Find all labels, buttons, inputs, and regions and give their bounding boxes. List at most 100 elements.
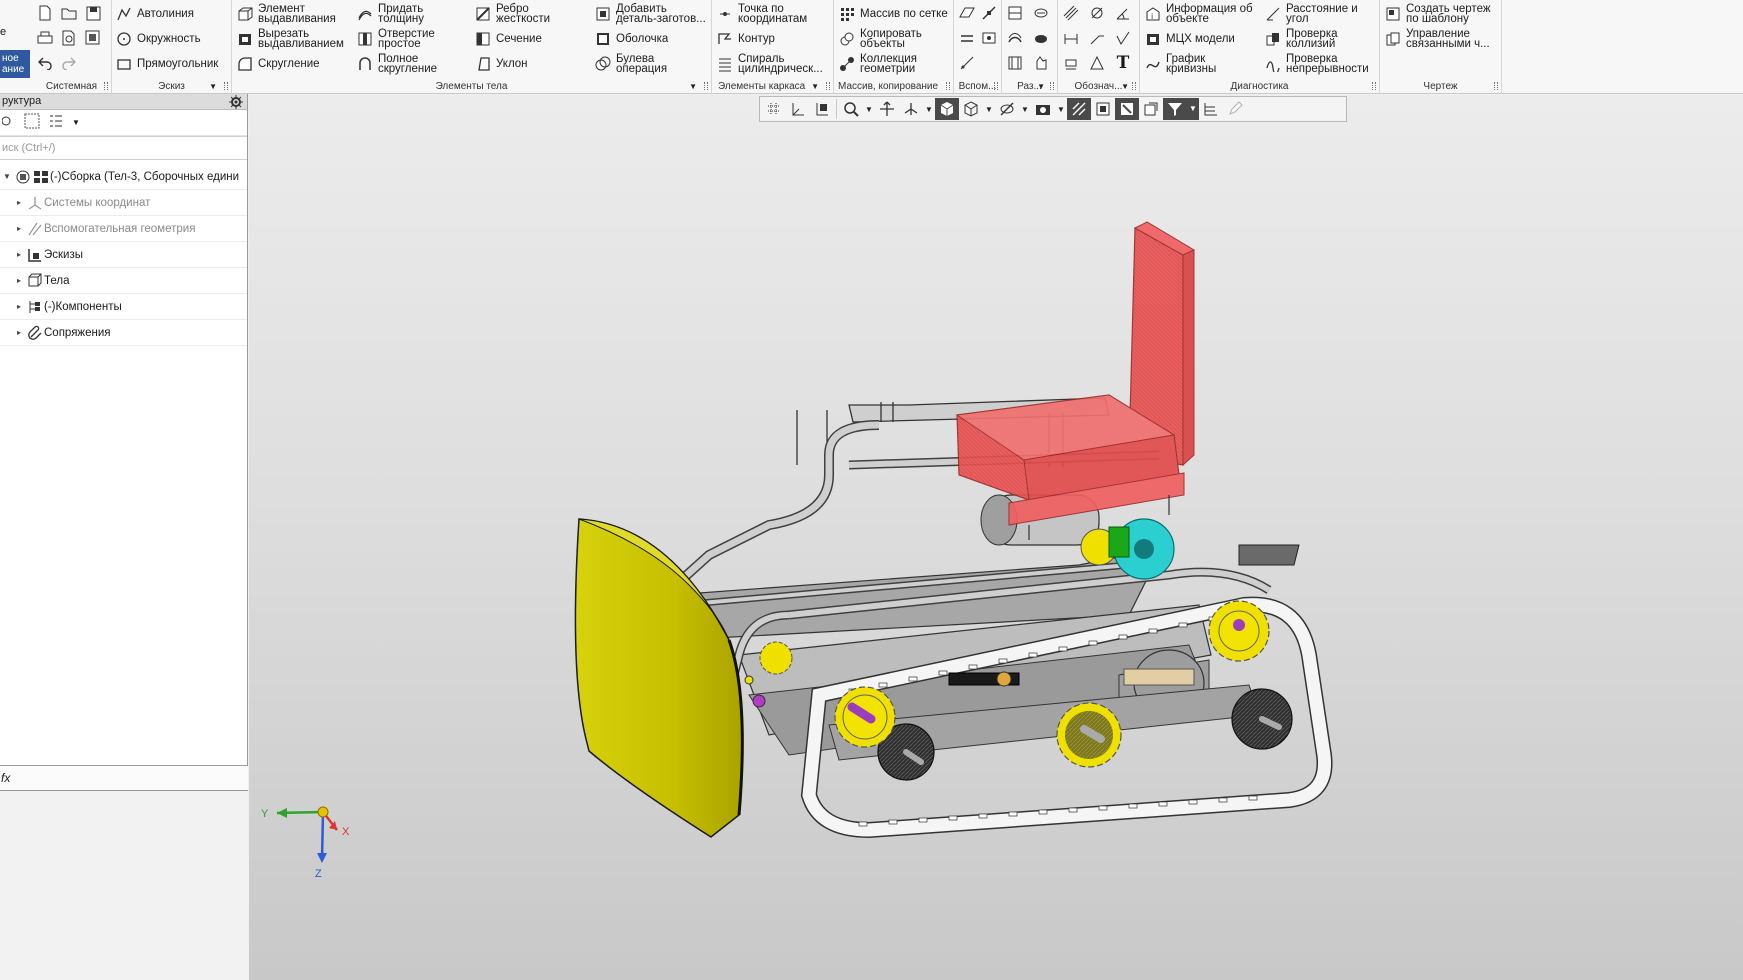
new-file-icon[interactable] <box>34 2 56 24</box>
pencil-icon[interactable] <box>1223 98 1247 120</box>
chevron-down-icon[interactable]: ▼ <box>983 105 995 114</box>
road-wheel-front[interactable] <box>1231 688 1293 750</box>
filter-icon[interactable] <box>1163 98 1187 120</box>
extrude-button[interactable]: Элемент выдавливания <box>236 1 336 26</box>
object-info-button[interactable]: i Информация об объекте <box>1144 1 1253 26</box>
base-mark-icon[interactable] <box>1060 52 1082 74</box>
preview-icon[interactable] <box>58 27 80 49</box>
diameter-icon[interactable] <box>1086 2 1108 24</box>
grid-view-icon[interactable] <box>24 113 40 132</box>
sprocket-small-left[interactable] <box>759 641 793 675</box>
text-tool-icon[interactable]: T <box>1112 52 1134 74</box>
mode-button[interactable]: ное ание <box>0 50 30 78</box>
expand-arrow-icon[interactable]: ▼ <box>0 172 14 181</box>
group-grip[interactable] <box>224 82 228 90</box>
cut-extrude-button[interactable]: Вырезать выдавливанием <box>236 26 344 51</box>
mass-properties-button[interactable]: МЦХ модели <box>1144 26 1235 51</box>
redo-icon[interactable] <box>58 52 80 74</box>
tolerance-icon[interactable] <box>1086 52 1108 74</box>
circle-button[interactable]: Окружность <box>115 26 201 51</box>
chevron-down-icon[interactable]: ▼ <box>923 105 935 114</box>
group-grip[interactable] <box>994 82 998 90</box>
contour-button[interactable]: Контур <box>716 26 775 51</box>
plow-blade[interactable] <box>574 518 744 838</box>
shell-button[interactable]: Оболочка <box>594 26 668 51</box>
sprocket-middle[interactable] <box>1056 702 1122 768</box>
chevron-down-icon[interactable]: ▼ <box>1037 82 1045 91</box>
group-grip[interactable] <box>104 82 108 90</box>
local-cs-icon[interactable] <box>810 98 834 120</box>
tree-item-coordinate-systems[interactable]: ▸ Системы координат <box>0 190 247 216</box>
pan-icon[interactable] <box>875 98 899 120</box>
roughness-icon[interactable] <box>1112 27 1134 49</box>
hole-button[interactable]: Отверстие простое <box>356 26 435 51</box>
thicken-button[interactable]: Придать толщину <box>356 1 424 26</box>
collision-check-button[interactable]: Проверка коллизий <box>1264 26 1338 51</box>
measure-grid-icon[interactable] <box>1199 98 1223 120</box>
chevron-down-icon[interactable]: ▼ <box>1121 82 1129 91</box>
curvature-graph-button[interactable]: График кривизны <box>1144 51 1216 76</box>
tree-item-auxiliary-geometry[interactable]: ▸ Вспомогательная геометрия <box>0 216 247 242</box>
model-canvas[interactable]: Y X Z <box>249 95 1743 980</box>
create-drawing-button[interactable]: Создать чертеж по шаблону <box>1384 1 1491 26</box>
chevron-down-icon[interactable]: ▼ <box>72 118 80 127</box>
camera-icon[interactable] <box>1031 98 1055 120</box>
chevron-down-icon[interactable]: ▼ <box>1055 105 1067 114</box>
grid-icon[interactable] <box>762 98 786 120</box>
rectangle-button[interactable]: Прямоугольник <box>115 51 218 76</box>
offset-plane-icon[interactable] <box>956 27 978 49</box>
sprocket-rear[interactable] <box>834 686 896 748</box>
group-grip[interactable] <box>946 82 950 90</box>
expand-arrow-icon[interactable]: ▸ <box>0 302 26 311</box>
chevron-down-icon[interactable]: ▼ <box>1019 105 1031 114</box>
linked-drawings-button[interactable]: Управление связанными ч... <box>1384 26 1490 51</box>
helix-button[interactable]: Спираль цилиндрическ... <box>716 51 823 76</box>
expand-arrow-icon[interactable]: ▸ <box>0 328 26 337</box>
group-grip[interactable] <box>1372 82 1376 90</box>
grid-array-button[interactable]: Массив по сетке <box>838 1 948 26</box>
perspective-icon[interactable] <box>1115 98 1139 120</box>
section-view-icon[interactable] <box>1067 98 1091 120</box>
gear-icon[interactable] <box>229 95 243 109</box>
visibility-icon[interactable] <box>1139 98 1163 120</box>
explode-icon[interactable] <box>1091 98 1115 120</box>
group-grip[interactable] <box>704 82 708 90</box>
group-grip[interactable] <box>1050 82 1054 90</box>
boolean-button[interactable]: Булева операция <box>594 51 667 76</box>
axis-by-edge-icon[interactable] <box>956 52 978 74</box>
hide-icon[interactable] <box>995 98 1019 120</box>
open-folder-icon[interactable] <box>58 2 80 24</box>
surface-cut-icon[interactable] <box>1030 27 1052 49</box>
expand-arrow-icon[interactable]: ▸ <box>0 198 26 207</box>
filter-tree-icon[interactable] <box>1 113 16 132</box>
auxiliary-plane-icon[interactable] <box>956 2 978 24</box>
continuity-check-button[interactable]: Проверка непрерывности <box>1264 51 1369 76</box>
plane-by-points-icon[interactable] <box>978 27 1000 49</box>
draft-button[interactable]: Уклон <box>474 51 528 76</box>
full-fillet-button[interactable]: Полное скругление <box>356 51 437 76</box>
expand-arrow-icon[interactable]: ▸ <box>0 276 26 285</box>
chevron-down-icon[interactable]: ▼ <box>811 82 819 91</box>
fragment-icon[interactable] <box>1004 52 1026 74</box>
expand-arrow-icon[interactable]: ▸ <box>0 224 26 233</box>
linear-dimension-icon[interactable] <box>1060 27 1082 49</box>
chevron-down-icon[interactable]: ▼ <box>1187 98 1199 120</box>
shaded-view-icon[interactable] <box>935 98 959 120</box>
group-grip[interactable] <box>826 82 830 90</box>
angle-dimension-icon[interactable] <box>1112 2 1134 24</box>
chevron-down-icon[interactable]: ▼ <box>689 82 697 91</box>
group-grip[interactable] <box>1132 82 1136 90</box>
save-all-icon[interactable] <box>82 27 104 49</box>
tree-item-assembly[interactable]: ▼ (-)Сборка (Тел-3, Сборочных едини <box>0 164 247 190</box>
expand-arrow-icon[interactable]: ▸ <box>0 250 26 259</box>
leader-icon[interactable] <box>1086 27 1108 49</box>
geometry-collection-button[interactable]: Коллекция геометрии <box>838 51 917 76</box>
fillet-button[interactable]: Скругление <box>236 51 320 76</box>
auxiliary-axis-icon[interactable] <box>978 2 1000 24</box>
surface-icon[interactable] <box>1004 27 1026 49</box>
autoline-button[interactable]: Автолиния <box>115 1 194 26</box>
split-icon[interactable] <box>1004 2 1026 24</box>
point-by-coordinates-button[interactable]: Точка по координатам <box>716 1 807 26</box>
undo-icon[interactable] <box>34 52 56 74</box>
hand-icon[interactable] <box>1030 52 1052 74</box>
